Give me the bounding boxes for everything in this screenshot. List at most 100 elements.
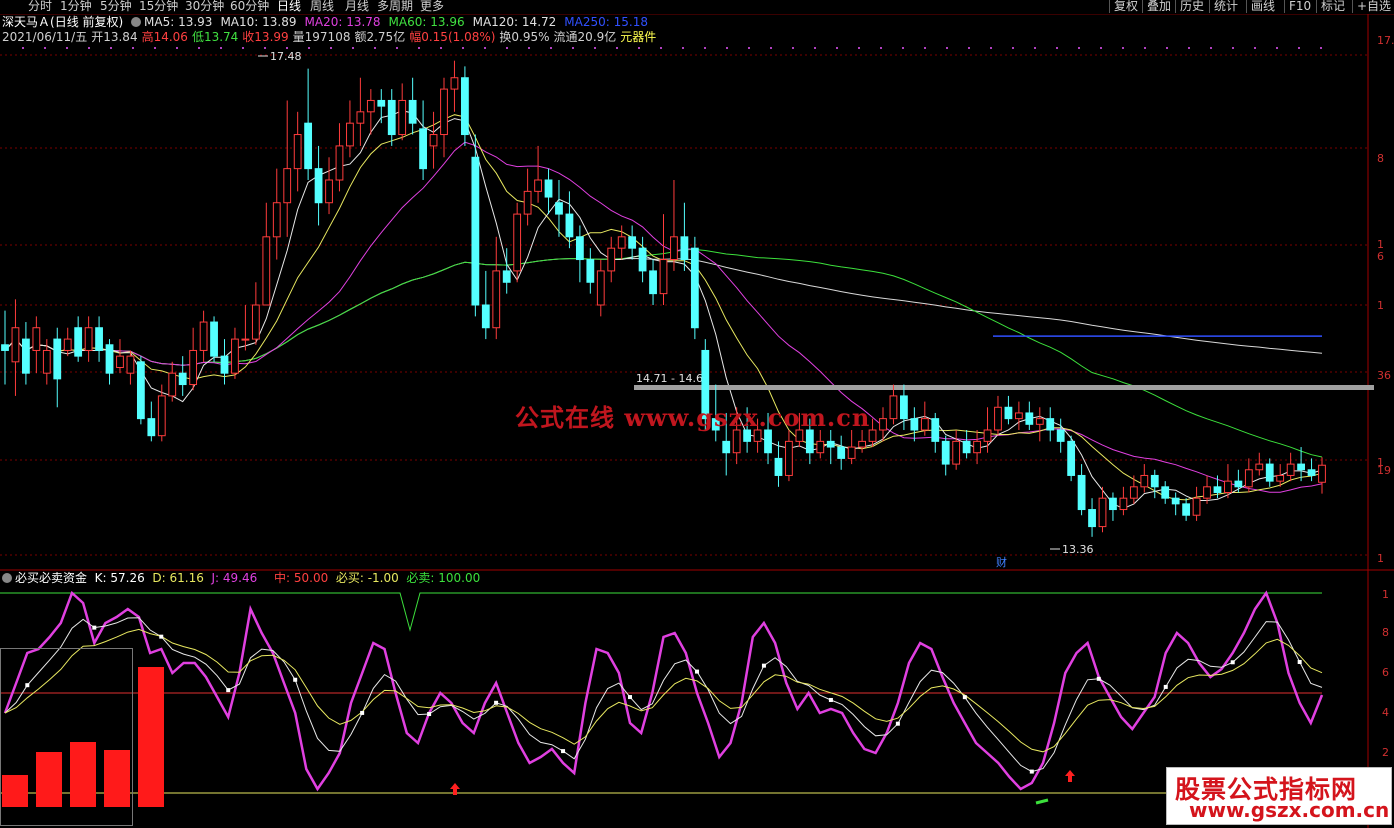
indicator-axis-label: 2	[1382, 746, 1389, 759]
band-label: 14.71 - 14.65	[636, 372, 710, 385]
candle-body	[492, 270, 501, 329]
indicator-expand-icon[interactable]	[2, 573, 12, 583]
top-marker	[902, 47, 904, 49]
indicator-name[interactable]: 必买必卖资金	[15, 571, 87, 585]
top-marker	[1188, 47, 1190, 49]
candle-body	[1276, 474, 1285, 482]
candle-body	[670, 236, 678, 261]
quote-field-3: 低13.74	[191, 30, 239, 44]
indicator-marker	[1029, 769, 1034, 774]
top-marker	[1210, 47, 1212, 49]
top-marker	[572, 47, 574, 49]
top-marker	[968, 47, 970, 49]
top-marker	[660, 47, 662, 49]
expand-icon[interactable]	[131, 17, 142, 27]
candle-body	[32, 327, 41, 351]
center-watermark: 公式在线 www.gszx.com.cn	[515, 403, 871, 432]
indicator-marker	[427, 712, 432, 717]
candle-body	[1224, 480, 1232, 493]
candle-body	[1014, 412, 1023, 420]
corner-watermark-url: www.gszx.com.cn	[1189, 798, 1390, 822]
candle-body	[147, 418, 156, 437]
chart-mode: (日线 前复权)	[50, 15, 124, 29]
candle-body	[440, 88, 448, 136]
price-axis-label: 19	[1377, 464, 1391, 477]
candle-body	[262, 236, 271, 306]
top-marker	[374, 47, 376, 49]
price-axis-label: 17.4	[1377, 34, 1394, 47]
candle-body	[1307, 469, 1316, 476]
top-marker	[704, 47, 706, 49]
candle-body	[617, 236, 626, 249]
indicator-marker	[1230, 660, 1235, 665]
candle-body	[1077, 474, 1086, 511]
indicator-marker	[828, 697, 833, 702]
candle-body	[11, 327, 20, 363]
buy-arrow-icon	[1065, 770, 1075, 782]
candle-body	[837, 446, 846, 459]
top-marker	[440, 47, 442, 49]
indicator-mid: 中: 50.00	[274, 571, 329, 585]
top-marker	[528, 47, 530, 49]
ma-label-4: MA120: 14.72	[472, 15, 557, 29]
candle-body	[920, 418, 929, 431]
candle-body	[387, 99, 396, 136]
candle-body	[1161, 486, 1170, 499]
top-marker	[110, 47, 112, 49]
top-marker	[22, 47, 24, 49]
indicator-marker	[761, 663, 766, 668]
candle-body	[1088, 509, 1096, 528]
candle-body	[136, 361, 145, 420]
candle-body	[690, 247, 699, 329]
corner-watermark: 股票公式指标网 www.gszx.com.cn	[1166, 767, 1392, 825]
candle-body	[555, 202, 563, 215]
candle-body	[366, 99, 375, 113]
candle-body	[900, 395, 908, 420]
candle-body	[1098, 497, 1107, 528]
ma-label-2: MA20: 13.78	[304, 15, 381, 29]
top-marker	[594, 47, 596, 49]
candle-body	[502, 270, 511, 283]
quote-field-1: 开13.84	[91, 30, 138, 44]
volume-bar	[138, 667, 164, 807]
candle-body	[304, 122, 313, 170]
candle-body	[764, 429, 772, 454]
indicator-sell: 必卖: 100.00	[406, 571, 481, 585]
indicator-marker	[360, 710, 365, 715]
top-marker	[506, 47, 508, 49]
high-label: 17.48	[270, 50, 302, 63]
candle-body	[1150, 474, 1159, 488]
candle-body	[649, 270, 657, 295]
top-marker	[792, 47, 794, 49]
candle-body	[450, 77, 459, 90]
candle-body	[1056, 429, 1065, 442]
candle-body	[53, 338, 62, 380]
candle-body	[461, 77, 469, 136]
ma5-line	[4, 110, 1323, 509]
top-marker	[770, 47, 772, 49]
candle-body	[272, 202, 281, 238]
candle-body	[63, 338, 72, 351]
candle-body	[575, 236, 584, 261]
stock-name[interactable]: 深天马Ａ	[2, 15, 50, 29]
candle-body	[1286, 463, 1295, 476]
candle-body	[419, 128, 427, 170]
indicator-k: K: 57.26	[94, 571, 145, 585]
top-marker	[418, 47, 420, 49]
candle-body	[1109, 497, 1117, 511]
ma10-line	[4, 114, 1323, 501]
top-marker	[154, 47, 156, 49]
candle-body	[408, 99, 417, 124]
candle-body	[74, 327, 83, 357]
candle-body	[1203, 486, 1211, 499]
top-marker	[1254, 47, 1256, 49]
candle-body	[356, 111, 365, 124]
candle-body	[42, 349, 51, 374]
finance-tag: 财	[996, 555, 1007, 569]
top-marker	[1122, 47, 1124, 49]
indicator-marker	[628, 695, 633, 700]
indicator-marker	[159, 634, 164, 639]
top-marker	[462, 47, 464, 49]
candle-body	[544, 179, 553, 198]
indicator-buy: 必买: -1.00	[335, 571, 399, 585]
